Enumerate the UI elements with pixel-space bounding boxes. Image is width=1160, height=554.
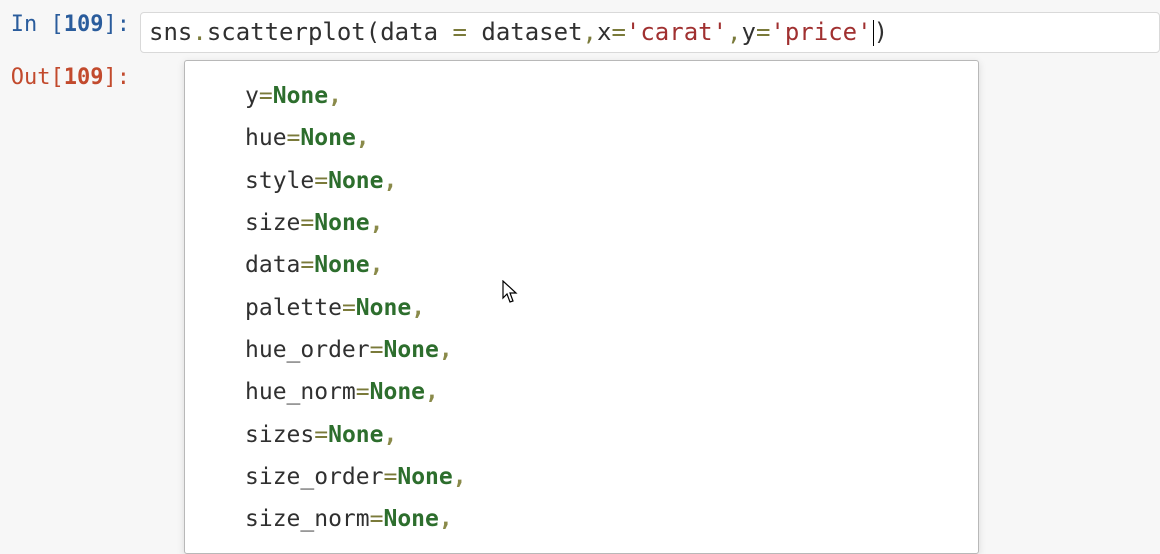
param-comma: ,: [453, 464, 467, 490]
param-comma: ,: [411, 295, 425, 321]
param-name: size_order: [245, 464, 383, 490]
tooltip-param: size_norm=None,: [245, 498, 948, 540]
param-comma: ,: [439, 337, 453, 363]
code-token: x: [597, 18, 611, 46]
param-comma: ,: [384, 168, 398, 194]
prompt-in-prefix: In [: [11, 12, 64, 37]
param-equals: =: [314, 422, 328, 448]
param-comma: ,: [356, 125, 370, 151]
tooltip-param: sizes=None,: [245, 414, 948, 456]
param-name: palette: [245, 295, 342, 321]
param-comma: ,: [370, 210, 384, 236]
param-comma: ,: [328, 83, 342, 109]
param-equals: =: [287, 125, 301, 151]
input-cell: In [109]: sns.scatterplot(data = dataset…: [0, 0, 1160, 59]
param-equals: =: [383, 464, 397, 490]
param-equals: =: [370, 506, 384, 532]
param-equals: =: [300, 252, 314, 278]
tooltip-param: hue_norm=None,: [245, 371, 948, 413]
param-name: size: [245, 210, 300, 236]
param-default: None: [314, 210, 369, 236]
code-token: dataset: [481, 18, 582, 46]
param-equals: =: [370, 337, 384, 363]
param-default: None: [370, 379, 425, 405]
prompt-out-number: 109: [64, 65, 104, 90]
param-comma: ,: [384, 422, 398, 448]
param-name: hue: [245, 125, 287, 151]
tooltip-param: style=None,: [245, 160, 948, 202]
code-token: ,: [727, 18, 741, 46]
code-token: [438, 18, 452, 46]
code-token: ,: [583, 18, 597, 46]
tooltip-param: y=None,: [245, 75, 948, 117]
param-default: None: [383, 337, 438, 363]
code-token: (: [366, 18, 380, 46]
code-token: 'carat': [626, 18, 727, 46]
code-token: [467, 18, 481, 46]
param-name: data: [245, 252, 300, 278]
code-token: 'price': [770, 18, 871, 46]
param-comma: ,: [370, 252, 384, 278]
tooltip-param: hue=None,: [245, 117, 948, 159]
param-comma: ,: [425, 379, 439, 405]
param-default: None: [328, 168, 383, 194]
code-token: =: [452, 18, 466, 46]
prompt-in-number: 109: [64, 12, 104, 37]
param-equals: =: [300, 210, 314, 236]
param-default: None: [328, 422, 383, 448]
prompt-out-prefix: Out[: [11, 65, 64, 90]
output-prompt: Out[109]:: [10, 65, 140, 90]
param-name: size_norm: [245, 506, 370, 532]
param-name: style: [245, 168, 314, 194]
signature-tooltip[interactable]: y=None,hue=None,style=None,size=None,dat…: [184, 60, 979, 554]
param-equals: =: [342, 295, 356, 321]
code-token: sns: [149, 18, 192, 46]
prompt-out-suffix: ]:: [104, 65, 131, 90]
tooltip-param: data=None,: [245, 244, 948, 286]
tooltip-param: size=None,: [245, 202, 948, 244]
code-token: ): [874, 18, 888, 46]
param-equals: =: [259, 83, 273, 109]
param-default: None: [383, 506, 438, 532]
tooltip-param: palette=None,: [245, 287, 948, 329]
param-name: hue_order: [245, 337, 370, 363]
param-default: None: [397, 464, 452, 490]
param-equals: =: [314, 168, 328, 194]
code-token: scatterplot: [207, 18, 366, 46]
code-token: data: [380, 18, 438, 46]
param-comma: ,: [439, 506, 453, 532]
code-token: =: [756, 18, 770, 46]
param-name: hue_norm: [245, 379, 356, 405]
code-token: =: [611, 18, 625, 46]
param-default: None: [300, 125, 355, 151]
param-default: None: [273, 83, 328, 109]
code-token: .: [192, 18, 206, 46]
tooltip-param: hue_order=None,: [245, 329, 948, 371]
param-default: None: [356, 295, 411, 321]
param-name: y: [245, 83, 259, 109]
param-equals: =: [356, 379, 370, 405]
code-input[interactable]: sns.scatterplot(data = dataset,x='carat'…: [140, 12, 1160, 53]
tooltip-param: size_order=None,: [245, 456, 948, 498]
prompt-in-suffix: ]:: [104, 12, 131, 37]
input-prompt: In [109]:: [10, 12, 140, 37]
param-name: sizes: [245, 422, 314, 448]
code-token: y: [742, 18, 756, 46]
param-default: None: [314, 252, 369, 278]
